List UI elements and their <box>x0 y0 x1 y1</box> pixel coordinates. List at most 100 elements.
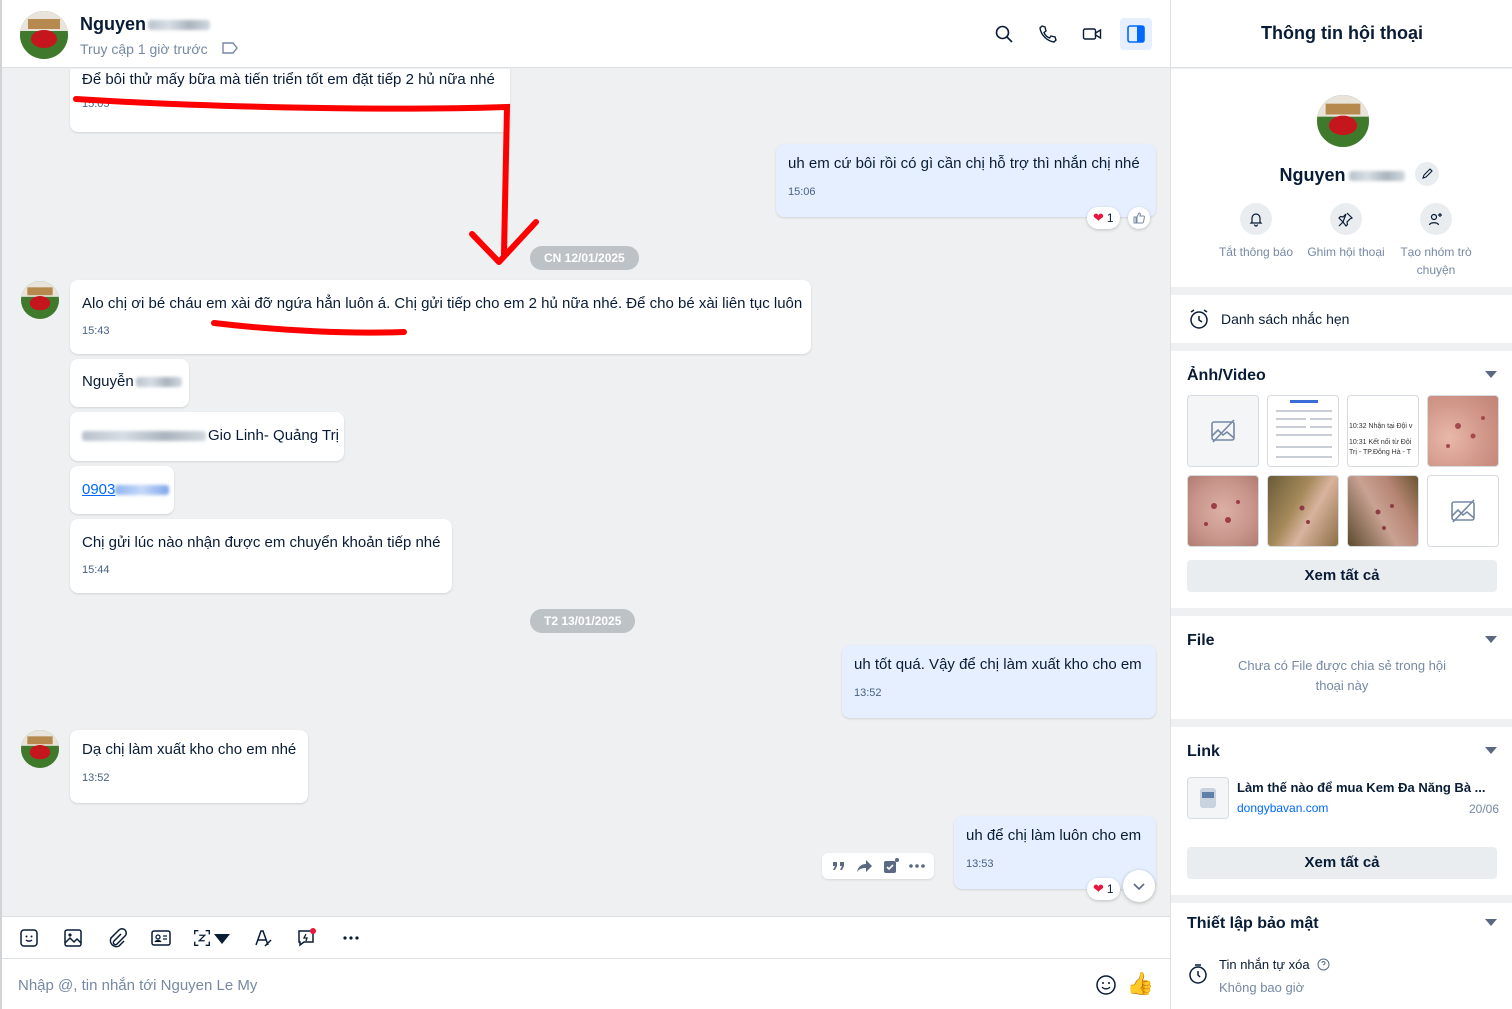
video-call-button[interactable] <box>1076 18 1108 50</box>
media-thumb-document[interactable] <box>1267 395 1339 467</box>
timer-icon <box>1189 964 1207 984</box>
quote-icon[interactable] <box>830 857 848 875</box>
message-bubble-received[interactable]: 0903 <box>70 466 174 514</box>
message-text: uh tốt quá. Vậy để chị làm xuất kho cho … <box>854 656 1142 673</box>
media-thumb-photo[interactable] <box>1187 475 1259 547</box>
link-domain: dongybavan.com <box>1237 801 1329 815</box>
media-thumb-tracking[interactable]: 10:32 Nhận tại Đội v 10:31 Kết nối từ Độ… <box>1347 395 1419 467</box>
profile-actions: Tắt thông báo Ghim hội thoại Tạo nhóm tr… <box>1211 203 1481 279</box>
image-button[interactable] <box>60 925 86 951</box>
quick-message-icon <box>298 927 316 946</box>
message-composer: 👍 <box>2 958 1170 1009</box>
contact-name[interactable]: Nguyen <box>80 14 211 35</box>
contact-status: Truy cập 1 giờ trước <box>80 41 208 57</box>
message-bubble-received[interactable]: Dạ chị làm xuất kho cho em nhé 13:52 <box>70 730 308 803</box>
screenshot-icon <box>194 929 210 946</box>
message-text: Để bôi thử mấy bữa mà tiến triển tốt em … <box>82 71 495 88</box>
message-bubble-received[interactable]: Nguyễn <box>70 359 189 407</box>
collapse-file-icon[interactable] <box>1485 636 1497 643</box>
call-button[interactable] <box>1032 18 1064 50</box>
message-time: 15:43 <box>82 325 110 337</box>
message-bubble-received[interactable]: Chị gửi lúc nào nhận được em chuyển khoả… <box>70 519 452 593</box>
sender-avatar[interactable] <box>21 281 59 319</box>
view-all-media-button[interactable]: Xem tất cả <box>1187 560 1497 592</box>
task-icon[interactable] <box>882 857 900 875</box>
forward-icon[interactable] <box>856 857 874 875</box>
screenshot-button[interactable] <box>192 925 232 951</box>
profile-avatar[interactable] <box>1317 95 1369 147</box>
text-format-icon <box>255 929 272 947</box>
reminder-list-row[interactable]: Danh sách nhắc hẹn <box>1171 295 1512 343</box>
phone-icon <box>1039 25 1057 43</box>
file-section: File Chưa có File được chia sẻ trong hội… <box>1171 616 1512 719</box>
view-all-links-button[interactable]: Xem tất cả <box>1187 847 1497 879</box>
more-icon <box>343 935 359 940</box>
message-text: Chị gửi lúc nào nhận được em chuyển khoả… <box>82 534 441 551</box>
sidebar-panel-icon <box>1127 25 1145 43</box>
phone-link[interactable]: 0903 <box>82 481 115 498</box>
auto-delete-value: Không bao giờ <box>1219 980 1305 995</box>
auto-delete-row[interactable]: Tin nhắn tự xóa <box>1219 957 1330 972</box>
collapse-link-icon[interactable] <box>1485 747 1497 754</box>
pin-conversation-button[interactable]: Ghim hội thoại <box>1301 203 1391 279</box>
collapse-media-icon[interactable] <box>1485 371 1497 378</box>
media-thumb-photo[interactable] <box>1267 475 1339 547</box>
more-icon[interactable] <box>908 857 926 875</box>
reaction-badge[interactable]: ❤ 1 <box>1087 207 1120 229</box>
link-date: 20/06 <box>1468 802 1499 816</box>
emoji-icon[interactable] <box>1094 973 1118 997</box>
panel-title: Thông tin hội thoại <box>1171 0 1512 68</box>
media-grid: 10:32 Nhận tại Đội v 10:31 Kết nối từ Độ… <box>1187 395 1499 547</box>
date-separator: CN 12/01/2025 <box>530 246 639 270</box>
like-reaction-button[interactable] <box>1128 207 1150 229</box>
message-text: Alo chị ơi bé cháu em xài đỡ ngứa hẳn lu… <box>82 295 803 312</box>
edit-name-button[interactable] <box>1415 162 1439 186</box>
message-text: Gio Linh- Quảng Trị <box>208 427 339 444</box>
media-thumb-broken[interactable] <box>1427 475 1499 547</box>
scroll-to-bottom-button[interactable] <box>1123 870 1155 902</box>
create-group-button[interactable]: Tạo nhóm trò chuyện <box>1391 203 1481 279</box>
format-text-button[interactable] <box>250 925 276 951</box>
auto-delete-label: Tin nhắn tự xóa <box>1219 957 1310 972</box>
message-bubble-received[interactable]: Gio Linh- Quảng Trị <box>70 412 344 461</box>
sticker-button[interactable] <box>16 925 42 951</box>
mute-notifications-button[interactable]: Tắt thông báo <box>1211 203 1301 279</box>
pin-icon <box>1338 212 1354 227</box>
media-thumb-photo[interactable] <box>1427 395 1499 467</box>
media-section-title: Ảnh/Video <box>1187 367 1266 384</box>
attach-file-button[interactable] <box>104 925 130 951</box>
send-like-button[interactable]: 👍 <box>1127 971 1154 997</box>
media-thumb-photo[interactable] <box>1347 475 1419 547</box>
tag-icon[interactable] <box>222 42 238 54</box>
heart-icon: ❤ <box>1093 881 1104 896</box>
contact-card-icon <box>151 929 171 946</box>
sender-avatar[interactable] <box>21 730 59 768</box>
message-bubble-sent[interactable]: uh tốt quá. Vậy để chị làm xuất kho cho … <box>842 645 1156 718</box>
conversation-info-panel: Thông tin hội thoại Nguyen Tắt thông báo… <box>1170 0 1512 1009</box>
more-tools-button[interactable] <box>338 925 364 951</box>
message-list[interactable]: Để bôi thử mấy bữa mà tiến triển tốt em … <box>2 69 1170 915</box>
video-icon <box>1082 28 1102 40</box>
message-bubble-received[interactable]: Alo chị ơi bé cháu em xài đỡ ngứa hẳn lu… <box>70 280 811 354</box>
message-bubble-received[interactable]: Để bôi thử mấy bữa mà tiến triển tốt em … <box>70 69 510 132</box>
message-input[interactable] <box>18 971 1068 999</box>
collapse-security-icon[interactable] <box>1485 919 1497 926</box>
link-item[interactable]: Làm thế nào để mua Kem Đa Năng Bà ... do… <box>1187 777 1499 819</box>
message-time: 15:44 <box>82 564 110 576</box>
profile-name: Nguyen <box>1171 165 1512 186</box>
alarm-clock-icon <box>1190 309 1208 329</box>
reaction-badge[interactable]: ❤ 1 <box>1087 878 1120 900</box>
message-hover-actions <box>822 853 934 879</box>
contact-avatar[interactable] <box>20 11 68 59</box>
file-section-title: File <box>1187 632 1215 649</box>
contact-card-button[interactable] <box>148 925 174 951</box>
toggle-info-panel-button[interactable] <box>1120 18 1152 50</box>
heart-icon: ❤ <box>1093 210 1104 225</box>
media-thumb-broken[interactable] <box>1187 395 1259 467</box>
quick-message-button[interactable] <box>294 925 320 951</box>
message-text: uh để chị làm luôn cho em <box>966 827 1142 844</box>
help-icon[interactable] <box>1317 958 1330 971</box>
message-time: 13:52 <box>82 772 110 784</box>
search-button[interactable] <box>988 18 1020 50</box>
file-empty-text: Chưa có File được chia sẻ trong hội thoạ… <box>1237 658 1447 693</box>
